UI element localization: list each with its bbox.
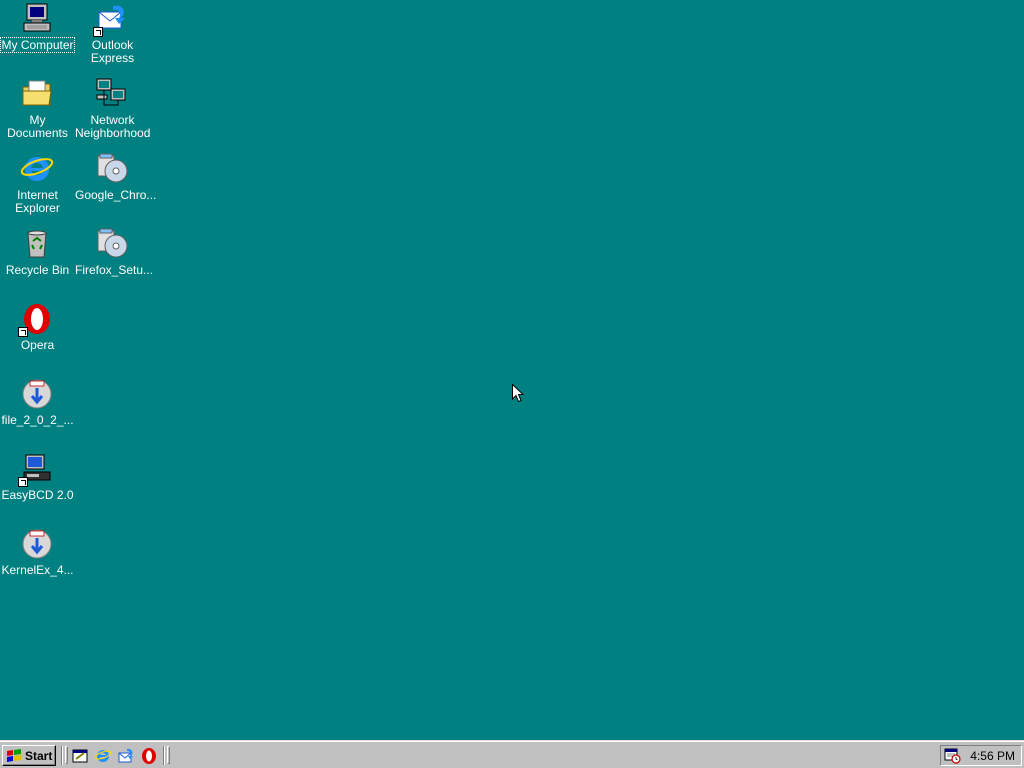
desktop-icon-label: EasyBCD 2.0: [1, 488, 74, 502]
desktop-icon-label: Network Neighborhood: [75, 113, 151, 140]
desktop-icon-google-chrome-setup[interactable]: Google_Chro...: [75, 152, 156, 224]
internet-explorer-icon: [94, 750, 112, 762]
installer-cd-icon: [95, 152, 129, 186]
start-button[interactable]: Start: [2, 745, 56, 766]
quick-launch-outlook-express[interactable]: [116, 746, 136, 766]
desktop-icon-opera[interactable]: Opera: [0, 302, 75, 374]
installer-cd-icon: [95, 227, 129, 261]
shortcut-arrow-icon: [93, 27, 103, 37]
desktop-icon-label: My Computer: [0, 37, 75, 53]
quick-launch-show-desktop[interactable]: [70, 746, 90, 766]
desktop-icon-kernelex[interactable]: KernelEx_4...: [0, 527, 75, 599]
quick-launch-grip[interactable]: [65, 746, 68, 764]
desktop-icon-label: file_2_0_2_...: [1, 413, 74, 427]
desktop-icon-label: Google_Chro...: [75, 188, 157, 202]
opera-icon: [18, 302, 54, 337]
opera-icon: [142, 748, 156, 764]
recycle-bin-icon: [20, 227, 54, 261]
desktop-icon-my-computer[interactable]: My Computer: [0, 2, 75, 74]
windows-logo-icon: [7, 748, 21, 762]
network-neighborhood-icon: [95, 77, 129, 111]
desktop-icon-outlook-express[interactable]: Outlook Express: [75, 2, 150, 74]
my-documents-icon: [20, 77, 54, 111]
desktop-icon-file-2-0-2[interactable]: file_2_0_2_...: [0, 377, 75, 449]
desktop-icon-firefox-setup[interactable]: Firefox_Setu...: [75, 227, 154, 299]
quick-launch-internet-explorer[interactable]: [93, 746, 113, 766]
desktop-icon-label: Recycle Bin: [5, 263, 70, 277]
task-scheduler-icon: [944, 748, 961, 764]
desktop-icon-internet-explorer[interactable]: Internet Explorer: [0, 152, 75, 224]
my-computer-icon: [20, 2, 54, 36]
desktop-icon-network-neighborhood[interactable]: Network Neighborhood: [75, 77, 150, 149]
setup-download-icon: [20, 527, 54, 561]
taskbar: Start 4:56 PM: [0, 740, 1024, 768]
system-tray: 4:56 PM: [940, 745, 1022, 766]
shortcut-arrow-icon: [18, 477, 28, 487]
mouse-cursor-icon: [512, 384, 524, 403]
desktop[interactable]: My Computer My Documents Internet Explor…: [0, 0, 1024, 740]
setup-download-icon: [20, 377, 54, 411]
desktop-icon-label: My Documents: [7, 113, 68, 140]
taskbar-separator: [163, 746, 165, 765]
desktop-icon-label: Internet Explorer: [15, 188, 60, 215]
task-area-grip[interactable]: [167, 746, 170, 764]
outlook-express-icon: [93, 2, 129, 37]
shortcut-arrow-icon: [18, 327, 28, 337]
quick-launch-opera[interactable]: [139, 746, 159, 766]
desktop-icon-label: Outlook Express: [90, 38, 135, 65]
show-desktop-icon: [72, 749, 88, 763]
tray-task-scheduler[interactable]: [944, 747, 961, 764]
start-button-label: Start: [25, 748, 53, 763]
desktop-icon-my-documents[interactable]: My Documents: [0, 77, 75, 149]
desktop-icon-label: Firefox_Setu...: [75, 263, 154, 277]
desktop-icon-label: KernelEx_4...: [1, 563, 74, 577]
outlook-express-icon: [118, 748, 133, 763]
taskbar-clock[interactable]: 4:56 PM: [970, 749, 1015, 763]
internet-explorer-icon: [20, 152, 54, 186]
desktop-icon-label: Opera: [20, 338, 55, 352]
taskbar-separator: [61, 746, 63, 765]
desktop-icon-recycle-bin[interactable]: Recycle Bin: [0, 227, 75, 299]
desktop-icon-easybcd[interactable]: EasyBCD 2.0: [0, 452, 75, 524]
easybcd-icon: [18, 452, 54, 487]
